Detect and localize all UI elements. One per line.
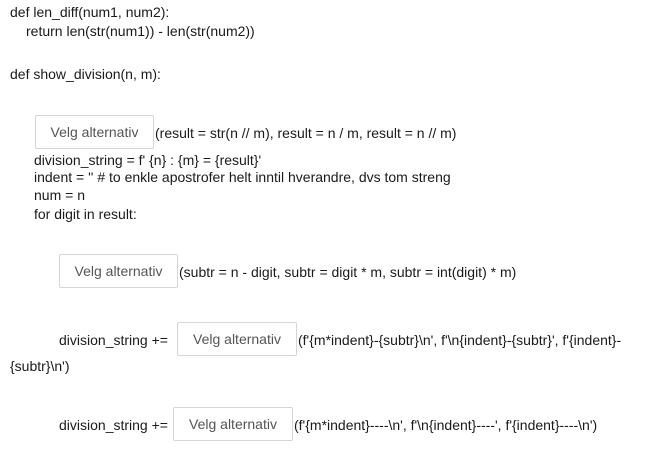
- code-line-def-len-diff: def len_diff(num1, num2):: [10, 4, 170, 20]
- select-result[interactable]: Velg alternativ: [35, 115, 154, 149]
- code-line-num: num = n: [34, 187, 85, 203]
- code-line-for: for digit in result:: [34, 206, 137, 222]
- select-division-line-2[interactable]: Velg alternativ: [173, 407, 293, 441]
- code-line-return: return len(str(num1)) - len(str(num2)): [26, 23, 255, 39]
- options-division-line-1-wrap: {subtr}\n'): [10, 358, 70, 374]
- select-subtr[interactable]: Velg alternativ: [59, 254, 178, 288]
- options-division-line-2: (f'{m*indent}----\n', f'\n{indent}----',…: [294, 417, 598, 433]
- options-subtr: (subtr = n - digit, subtr = digit * m, s…: [179, 264, 517, 280]
- code-line-def-show-division: def show_division(n, m):: [10, 66, 161, 82]
- select-division-line-1[interactable]: Velg alternativ: [177, 322, 297, 356]
- code-line-indent: indent = '' # to enkle apostrofer helt i…: [34, 169, 451, 185]
- code-prefix-division-string-1: division_string +=: [59, 332, 168, 348]
- options-result: (result = str(n // m), result = n / m, r…: [155, 125, 457, 141]
- code-line-division-string: division_string = f' {n} : {m} = {result…: [34, 152, 262, 168]
- options-division-line-1: (f'{m*indent}-{subtr}\n', f'\n{indent}-{…: [298, 332, 622, 348]
- code-prefix-division-string-2: division_string +=: [59, 417, 168, 433]
